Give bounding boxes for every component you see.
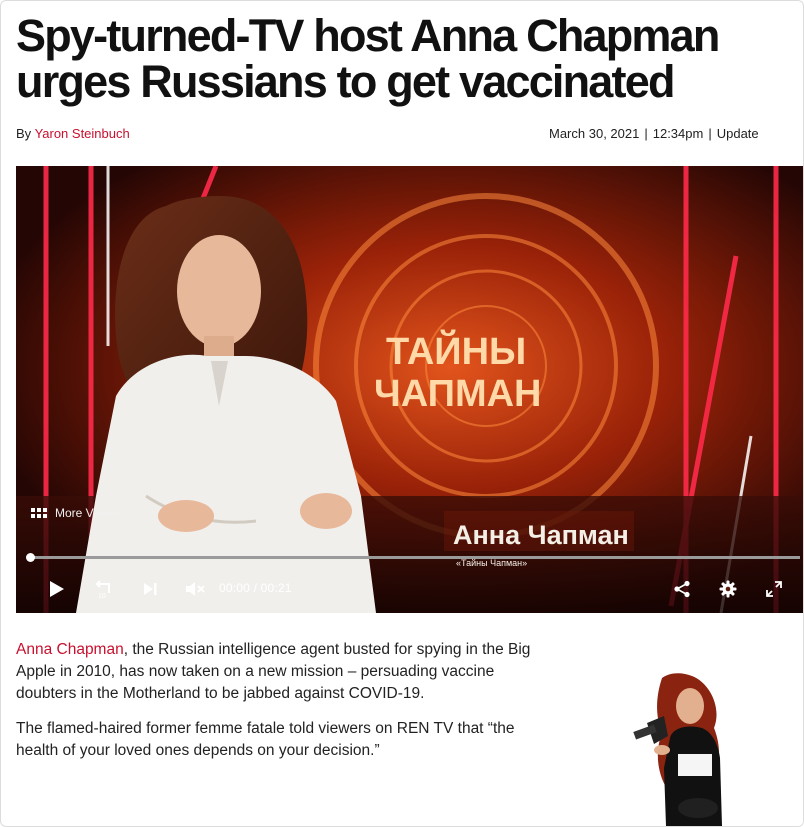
byline-prefix: By <box>16 126 35 141</box>
fullscreen-icon <box>766 581 782 597</box>
overlay-title-line1: ТАЙНЫ <box>386 328 526 373</box>
current-time: 00:00 <box>219 581 251 595</box>
gear-icon <box>719 580 737 598</box>
next-button[interactable] <box>136 573 164 605</box>
video-progress-bar[interactable] <box>26 553 800 562</box>
anna-chapman-link[interactable]: Anna Chapman <box>16 641 124 658</box>
video-frame: ТАЙНЫ ЧАПМАН Анна Чапман «Тайны Чапман» <box>16 166 803 613</box>
fullscreen-button[interactable] <box>760 573 788 605</box>
mute-button[interactable] <box>181 573 211 605</box>
video-controls: 10 00:00 / 00:21 <box>16 573 803 605</box>
more-videos-label: More Videos <box>55 506 123 520</box>
rewind-10-icon: 10 <box>95 580 110 600</box>
updated-label: Update <box>716 126 759 141</box>
play-button[interactable] <box>41 573 71 605</box>
time-separator-slash: / <box>250 581 261 595</box>
date-separator: | <box>644 126 648 141</box>
share-icon <box>674 580 690 598</box>
share-button[interactable] <box>668 573 696 605</box>
anna-chapman-photo <box>562 658 803 826</box>
lower-third-show: «Тайны Чапман» <box>456 558 527 568</box>
side-photo[interactable] <box>562 658 803 826</box>
grid-icon <box>31 508 47 518</box>
overlay-title-line2: ЧАПМАН <box>374 373 542 415</box>
dateline: March 30, 2021 | 12:34pm | Update <box>549 126 759 141</box>
lower-third-name: Анна Чапман <box>453 520 629 550</box>
publish-time: 12:34pm <box>652 126 704 141</box>
time-separator: | <box>708 126 712 141</box>
article-headline: Spy-turned-TV host Anna Chapman urges Ru… <box>16 10 720 107</box>
publish-date: March 30, 2021 <box>549 126 640 141</box>
video-player[interactable]: ТАЙНЫ ЧАПМАН Анна Чапман «Тайны Чапман» … <box>16 166 803 613</box>
more-videos-button[interactable]: More Videos <box>31 506 122 520</box>
byline: By Yaron Steinbuch <box>16 126 130 141</box>
paragraph-1: Anna Chapman, the Russian intelligence a… <box>16 639 536 705</box>
time-display: 00:00 / 00:21 <box>219 581 292 595</box>
volume-muted-icon <box>186 582 205 596</box>
rewind-seconds: 10 <box>98 593 106 600</box>
progress-handle[interactable] <box>26 553 35 562</box>
article-frame: Spy-turned-TV host Anna Chapman urges Ru… <box>0 0 804 827</box>
article-body: Anna Chapman, the Russian intelligence a… <box>16 639 536 775</box>
rewind-10-button[interactable]: 10 <box>88 573 118 605</box>
paragraph-2: The flamed-haired former femme fatale to… <box>16 720 515 759</box>
duration: 00:21 <box>260 581 292 595</box>
play-icon <box>50 581 64 597</box>
skip-next-icon <box>144 583 157 595</box>
author-link[interactable]: Yaron Steinbuch <box>35 126 130 141</box>
settings-button[interactable] <box>714 573 742 605</box>
